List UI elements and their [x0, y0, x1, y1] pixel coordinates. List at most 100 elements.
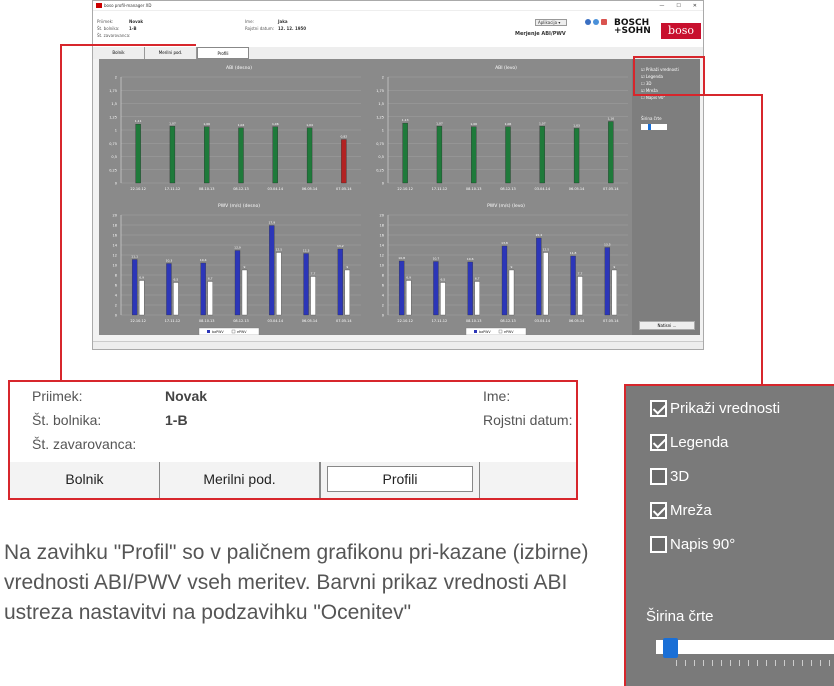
y-tick-label: 0,5 [378, 155, 384, 159]
option-checkbox-3[interactable]: Mreža [650, 502, 712, 519]
y-tick-label: 1,5 [111, 102, 117, 106]
data-label: 0,82 [341, 135, 348, 139]
bar [471, 126, 477, 184]
x-tick-label: 08.12.13 [233, 187, 249, 191]
bar-ePWV [543, 252, 549, 316]
tab-patient-large[interactable]: Bolnik [10, 462, 160, 498]
option-3-small[interactable]: ☑ Mreža [641, 88, 679, 93]
y-tick-label: 8 [382, 274, 384, 278]
y-tick-label: 2 [382, 76, 384, 80]
id-value: 1-B [129, 26, 137, 31]
callout-box-right [703, 56, 705, 96]
help-icon[interactable] [585, 19, 591, 25]
x-tick-label: 03.04.14 [534, 319, 550, 323]
tab-patient[interactable]: Bolnik [93, 47, 145, 59]
checkbox-icon[interactable] [650, 434, 667, 451]
bar [505, 126, 511, 184]
option-checkbox-1[interactable]: Legenda [650, 434, 728, 451]
checkbox-icon[interactable] [650, 400, 667, 417]
tab-measurements-large[interactable]: Merilni pod. [160, 462, 320, 498]
tab-profiles-large[interactable]: Profili [327, 466, 473, 492]
data-label: 1,07 [539, 121, 546, 125]
option-1-small[interactable]: ☑ Legenda [641, 74, 679, 79]
data-label: 1,07 [169, 121, 176, 125]
zoomed-tab-bar: Bolnik Merilni pod. Profili [10, 462, 576, 498]
callout-line [60, 44, 62, 380]
line-width-slider-small[interactable] [641, 124, 667, 130]
y-tick-label: 1 [115, 129, 117, 133]
data-label: 9 [244, 265, 246, 269]
data-label: 1,06 [203, 122, 210, 126]
bosch-logo: BOSCH +SOHN [614, 18, 651, 36]
data-label: 17,9 [268, 221, 275, 225]
checkbox-icon[interactable] [650, 536, 667, 553]
minimize-button[interactable]: — [659, 3, 664, 9]
data-label: 10,6 [467, 257, 474, 261]
legend-swatch-ePWV [231, 329, 236, 334]
x-tick-label: 22.10.12 [397, 187, 413, 191]
bar-baPWV [303, 253, 309, 316]
app-menu-dropdown[interactable]: Aplikacija ▾ [535, 19, 567, 26]
x-tick-label: 17.11.12 [432, 319, 448, 323]
bar-baPWV [536, 237, 542, 316]
option-2-small[interactable]: ☐ 3D [641, 81, 679, 86]
data-label: 1,06 [505, 122, 512, 126]
y-tick-label: 10 [113, 264, 117, 268]
data-label: 12,9 [234, 246, 241, 250]
callout-box-left [633, 56, 635, 96]
data-label: 7,7 [311, 272, 316, 276]
settings-icon[interactable] [593, 19, 599, 25]
tab-profiles[interactable]: Profili [197, 47, 249, 59]
y-tick-label: 0,75 [376, 142, 384, 146]
surname-label-large: Priimek: [32, 388, 83, 404]
y-tick-label: 4 [115, 294, 118, 298]
insurance-label-large: Št. zavarovanca: [32, 436, 137, 452]
close-button[interactable]: ✕ [693, 3, 697, 9]
surname-value: Novak [129, 19, 144, 24]
y-tick-label: 12 [113, 254, 117, 258]
data-label: 7,7 [578, 272, 583, 276]
print-button[interactable]: Natisni ... [639, 321, 695, 330]
bar-ePWV [241, 269, 248, 316]
bar [272, 126, 278, 184]
bar-baPWV [337, 248, 344, 316]
option-checkbox-0[interactable]: Prikaži vrednosti [650, 400, 780, 417]
maximize-button[interactable]: ☐ [676, 3, 680, 9]
data-label: 9 [511, 265, 513, 269]
y-tick-label: 4 [382, 294, 385, 298]
y-tick-label: 0 [382, 182, 384, 186]
bar-ePWV [276, 252, 282, 316]
slider-thumb[interactable] [663, 638, 678, 658]
bar-baPWV [234, 250, 241, 316]
data-label: 10,4 [200, 258, 207, 262]
option-checkbox-2[interactable]: 3D [650, 468, 689, 485]
data-label: 15,4 [535, 233, 542, 237]
tab-measurements[interactable]: Merilni pod. [145, 47, 197, 59]
option-0-small[interactable]: ☑ Prikaži vrednosti [641, 67, 679, 72]
checkbox-icon[interactable] [650, 468, 667, 485]
y-tick-label: 1,75 [376, 89, 384, 93]
data-label: 11,1 [131, 255, 138, 259]
dob-label: Rojstni datum: [245, 26, 275, 31]
bar-ePWV [577, 276, 583, 316]
bar-baPWV [604, 247, 611, 316]
chart-title: ABI (desno) [226, 65, 252, 71]
x-tick-label: 03.04.14 [534, 187, 550, 191]
line-width-slider[interactable] [656, 638, 834, 658]
y-tick-label: 0,25 [376, 168, 384, 172]
bar [135, 124, 141, 184]
bar [436, 126, 443, 184]
option-checkbox-4[interactable]: Napis 90° [650, 536, 735, 553]
bar-baPWV [433, 261, 439, 316]
checkbox-icon[interactable] [650, 502, 667, 519]
horizontal-scrollbar[interactable] [93, 341, 703, 349]
x-tick-label: 08.12.13 [500, 319, 516, 323]
x-tick-label: 22.10.12 [130, 319, 146, 323]
data-label: 6,9 [406, 276, 411, 280]
app-logo-icon [96, 3, 102, 8]
close-patient-icon[interactable] [601, 19, 607, 25]
bar [341, 139, 347, 184]
x-tick-label: 08.10.13 [199, 319, 215, 323]
callout-line [703, 94, 763, 96]
data-label: 6,5 [174, 278, 179, 282]
